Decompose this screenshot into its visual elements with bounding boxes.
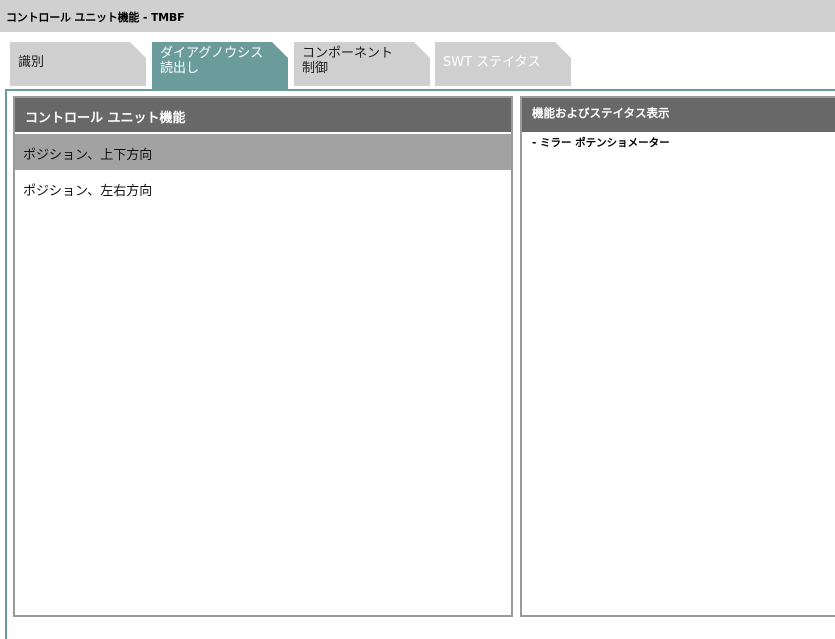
control-unit-functions-panel: コントロール ユニット機能 ポジション、上下方向 ポジション、左右方向 (13, 96, 513, 617)
tab-label: ダイアグノウシス 読出し (160, 46, 264, 76)
tab-diagnosis-readout[interactable]: ダイアグノウシス 読出し (152, 42, 288, 90)
panel-header: コントロール ユニット機能 (15, 98, 511, 132)
window-title: コントロール ユニット機能 - TMBF (6, 11, 185, 24)
tab-swt-status: SWT ステイタス (435, 42, 571, 86)
tab-component-control[interactable]: コンポーネント 制御 (294, 42, 430, 86)
status-line: - ミラー ポテンショメーター (532, 137, 670, 149)
list-item-position-vertical[interactable]: ポジション、上下方向 (15, 134, 511, 170)
tab-label: コンポーネント 制御 (302, 46, 394, 76)
tab-label: 識別 (18, 55, 45, 70)
function-status-panel: 機能およびステイタス表示 - ミラー ポテンショメーター (520, 96, 835, 617)
tab-identification[interactable]: 識別 (10, 42, 146, 86)
title-bar: コントロール ユニット機能 - TMBF (0, 0, 835, 32)
panel-header: 機能およびステイタス表示 (522, 98, 835, 132)
tab-label: SWT ステイタス (443, 55, 541, 70)
list-item-position-horizontal[interactable]: ポジション、左右方向 (15, 170, 511, 206)
